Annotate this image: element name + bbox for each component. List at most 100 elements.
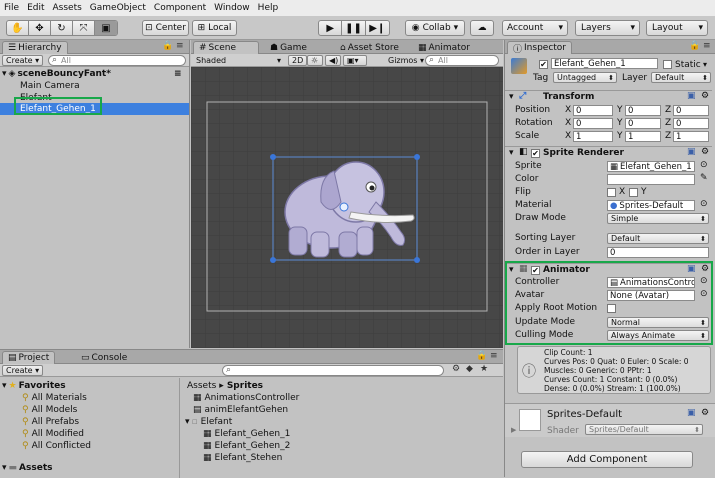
scene-menu-icon[interactable]: ≡ bbox=[174, 69, 182, 79]
tab-animator[interactable]: ▦ Animator bbox=[413, 41, 475, 54]
rect-handle-icon[interactable] bbox=[414, 257, 420, 263]
tab-hierarchy[interactable]: ☰ Hierarchy bbox=[2, 41, 68, 54]
breadcrumb-sprites[interactable]: Sprites bbox=[227, 381, 263, 391]
color-swatch[interactable] bbox=[607, 174, 695, 185]
filter-type-icon[interactable]: ⚙ bbox=[452, 364, 460, 374]
rect-tool-icon[interactable]: ▣ bbox=[95, 21, 117, 35]
assets-folder[interactable]: ▾ ▬ Assets bbox=[2, 462, 53, 474]
tab-scene[interactable]: # Scene bbox=[193, 41, 259, 54]
sorting-layer-dropdown[interactable]: Default bbox=[607, 233, 709, 244]
lock-icon[interactable]: 🔒 bbox=[476, 351, 487, 361]
rect-handle-icon[interactable] bbox=[414, 154, 420, 160]
layout-dropdown[interactable]: Layout ▾ bbox=[646, 20, 708, 36]
scale-tool-icon[interactable]: ⤧ bbox=[73, 21, 95, 35]
sprite-field[interactable]: ▦ Elefant_Gehen_1 bbox=[607, 161, 695, 172]
file-item[interactable]: ▦ Elefant_Gehen_2 bbox=[203, 440, 290, 452]
static-checkbox[interactable] bbox=[663, 60, 672, 69]
panel-menu-icon[interactable]: ≡ bbox=[703, 41, 711, 51]
sprite-renderer-header[interactable]: ▾ ◧ ✔ Sprite Renderer ▣ ⚙ bbox=[505, 146, 712, 160]
collab-button[interactable]: ◉ Collab ▾ bbox=[405, 20, 465, 36]
gear-icon[interactable]: ⚙ bbox=[701, 147, 709, 157]
help-icon[interactable]: ▣ bbox=[687, 91, 696, 101]
scale-z-field[interactable]: 1 bbox=[673, 131, 709, 142]
order-in-layer-field[interactable]: 0 bbox=[607, 247, 709, 258]
static-dropdown-arrow-icon[interactable]: ▾ bbox=[703, 60, 707, 69]
shader-dropdown[interactable]: Sprites/Default bbox=[585, 424, 703, 435]
help-icon[interactable]: ▣ bbox=[687, 147, 696, 157]
menu-window[interactable]: Window bbox=[210, 3, 254, 13]
layer-dropdown[interactable]: Default bbox=[651, 72, 711, 83]
rotation-z-field[interactable]: 0 bbox=[673, 118, 709, 129]
gear-icon[interactable]: ⚙ bbox=[701, 408, 709, 418]
menu-edit[interactable]: Edit bbox=[23, 3, 48, 13]
tab-game[interactable]: ☗ Game bbox=[265, 41, 312, 54]
expand-arrow-icon[interactable]: ▾ bbox=[509, 92, 514, 102]
mode-2d-toggle[interactable]: 2D bbox=[288, 55, 308, 66]
menu-component[interactable]: Component bbox=[150, 3, 210, 13]
lock-icon[interactable]: 🔒 bbox=[689, 41, 700, 51]
position-z-field[interactable]: 0 bbox=[673, 105, 709, 116]
scene-search-input[interactable]: All bbox=[425, 55, 499, 66]
expand-arrow-icon[interactable]: ▾ bbox=[2, 381, 7, 391]
flip-x-checkbox[interactable] bbox=[607, 188, 616, 197]
scene-viewport[interactable] bbox=[191, 67, 503, 348]
effects-icon[interactable]: ▣▾ bbox=[343, 55, 367, 66]
object-picker-icon[interactable]: ⊙ bbox=[700, 199, 708, 209]
position-y-field[interactable]: 0 bbox=[625, 105, 661, 116]
tab-asset-store[interactable]: ⌂ Asset Store bbox=[335, 41, 404, 54]
hierarchy-create-button[interactable]: Create ▾ bbox=[2, 55, 44, 66]
file-item[interactable]: ▦ AnimationsController bbox=[193, 392, 299, 404]
project-search-input[interactable] bbox=[222, 365, 444, 376]
tab-project[interactable]: ▤ Project bbox=[2, 351, 56, 364]
file-item[interactable]: ▤ animElefantGehen bbox=[193, 404, 288, 416]
active-checkbox[interactable]: ✔ bbox=[539, 60, 548, 69]
filter-label-icon[interactable]: ◆ bbox=[466, 364, 473, 374]
draw-mode-dropdown[interactable]: Simple bbox=[607, 213, 709, 224]
breadcrumb-assets[interactable]: Assets bbox=[187, 381, 216, 391]
pause-icon[interactable]: ❚❚ bbox=[342, 21, 366, 35]
step-icon[interactable]: ▶❙ bbox=[366, 21, 389, 35]
hand-tool-icon[interactable]: ✋ bbox=[7, 21, 29, 35]
scale-y-field[interactable]: 1 bbox=[625, 131, 661, 142]
rect-handle-icon[interactable] bbox=[270, 257, 276, 263]
pivot-center-button[interactable]: ⊡ Center bbox=[142, 20, 189, 36]
transform-header[interactable]: ▾ ⤢ Transform ▣ ⚙ bbox=[505, 90, 712, 104]
lock-icon[interactable]: 🔒 bbox=[162, 41, 173, 51]
pivot-local-button[interactable]: ⊞ Local bbox=[192, 20, 237, 36]
project-create-button[interactable]: Create ▾ bbox=[2, 365, 44, 376]
lighting-icon[interactable]: ☼ bbox=[307, 55, 323, 66]
scene-root-row[interactable]: ▾ ◈ sceneBouncyFant* ≡ bbox=[2, 68, 188, 80]
move-tool-icon[interactable]: ✥ bbox=[29, 21, 51, 35]
expand-arrow-icon[interactable]: ▾ bbox=[2, 463, 7, 473]
expand-arrow-icon[interactable]: ▾ bbox=[509, 148, 514, 158]
rotation-y-field[interactable]: 0 bbox=[625, 118, 661, 129]
tab-inspector[interactable]: ⓘ Inspector bbox=[507, 41, 572, 55]
object-picker-icon[interactable]: ⊙ bbox=[700, 160, 708, 170]
tag-dropdown[interactable]: Untagged bbox=[553, 72, 617, 83]
favorite-all-prefabs[interactable]: ⚲ All Prefabs bbox=[22, 416, 79, 428]
expand-arrow-icon[interactable]: ▾ bbox=[2, 69, 7, 79]
tab-console[interactable]: ▭ Console bbox=[76, 351, 132, 364]
menu-help[interactable]: Help bbox=[254, 3, 283, 13]
gizmos-dropdown[interactable]: Gizmos ▾ bbox=[385, 55, 427, 66]
expand-arrow-icon[interactable]: ▾ bbox=[185, 417, 190, 427]
audio-icon[interactable]: ◀) bbox=[325, 55, 341, 66]
favorite-all-models[interactable]: ⚲ All Models bbox=[22, 404, 77, 416]
menu-gameobject[interactable]: GameObject bbox=[86, 3, 150, 13]
scale-x-field[interactable]: 1 bbox=[573, 131, 613, 142]
star-filter-icon[interactable]: ★ bbox=[480, 364, 488, 374]
flip-y-checkbox[interactable] bbox=[629, 188, 638, 197]
eyedropper-icon[interactable]: ✎ bbox=[700, 173, 708, 183]
account-dropdown[interactable]: Account ▾ bbox=[502, 20, 568, 36]
add-component-button[interactable]: Add Component bbox=[521, 451, 693, 468]
rotate-tool-icon[interactable]: ↻ bbox=[51, 21, 73, 35]
position-x-field[interactable]: 0 bbox=[573, 105, 613, 116]
help-icon[interactable]: ▣ bbox=[687, 408, 696, 418]
play-icon[interactable]: ▶ bbox=[319, 21, 343, 35]
panel-menu-icon[interactable]: ≡ bbox=[490, 351, 498, 361]
expand-arrow-icon[interactable]: ▶ bbox=[511, 426, 516, 434]
file-item[interactable]: ▦ Elefant_Gehen_1 bbox=[203, 428, 290, 440]
shading-mode-dropdown[interactable]: Shaded ▾ bbox=[193, 55, 285, 66]
layers-dropdown[interactable]: Layers ▾ bbox=[575, 20, 640, 36]
file-item[interactable]: ▦ Elefant_Stehen bbox=[203, 452, 282, 464]
